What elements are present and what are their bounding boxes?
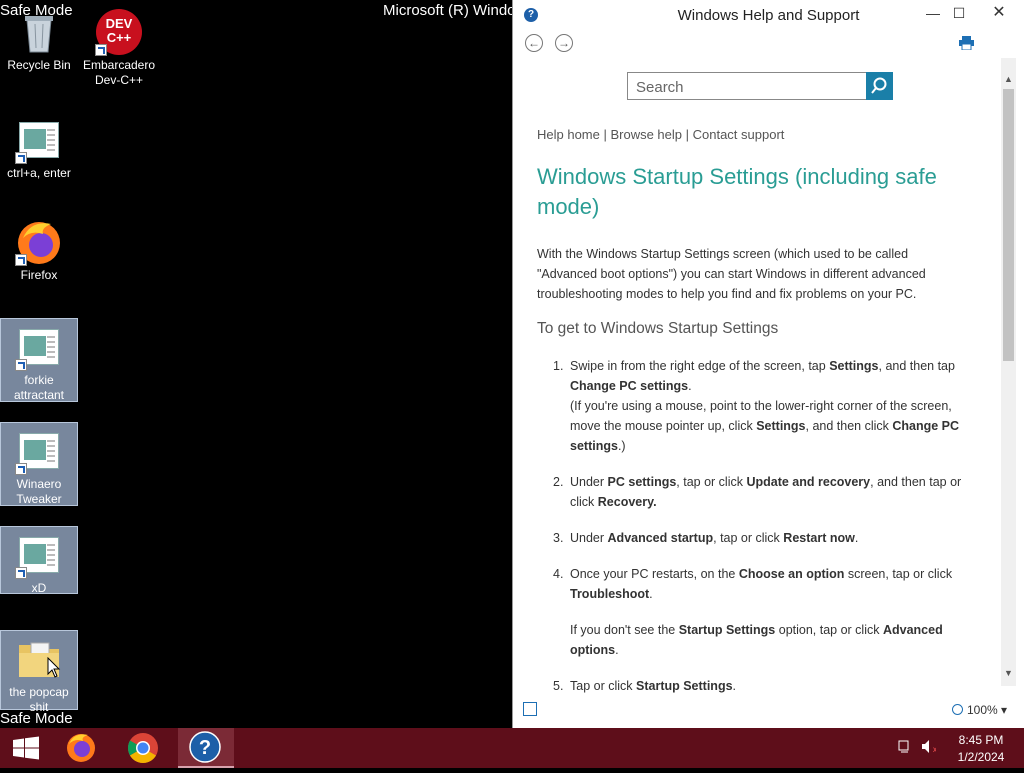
recycle-bin-icon	[15, 8, 63, 56]
clock-date: 1/2/2024	[957, 750, 1005, 764]
windows-build-text: Microsoft (R) Windo	[383, 2, 516, 19]
list-item: 5. Tap or click Startup Settings.	[553, 679, 737, 693]
desktop-icon-label: Firefox	[20, 268, 58, 282]
minimize-button[interactable]: —	[919, 2, 947, 24]
application-icon	[15, 323, 63, 371]
desktop-icon-xd[interactable]: xD	[0, 526, 78, 595]
desktop-icon-label: ctrl+a, enter	[7, 166, 71, 180]
devcpp-icon: DEV C++	[95, 8, 143, 56]
help-toolbar: ← →	[513, 30, 1024, 58]
close-button[interactable]: ✕	[981, 2, 1017, 24]
zoom-control[interactable]: 100% ▾	[952, 703, 1007, 717]
shortcut-arrow-icon	[15, 359, 27, 371]
scrollbar-thumb[interactable]	[1003, 89, 1014, 361]
chrome-icon	[127, 733, 158, 764]
help-article: Search Help home | Browse help | Contact…	[513, 58, 1001, 698]
desktop-icon-winaero-tweaker[interactable]: Winaero Tweaker	[0, 422, 78, 506]
clock-time: 8:45 PM	[958, 733, 1004, 747]
folder-icon	[15, 635, 63, 683]
taskbar-clock[interactable]: 8:45 PM 1/2/2024	[945, 732, 1017, 766]
desktop-icon-firefox[interactable]: Firefox	[0, 214, 78, 282]
article-subheading: To get to Windows Startup Settings	[537, 320, 779, 337]
application-icon	[15, 427, 63, 475]
taskbar-help-support[interactable]: ?	[178, 728, 234, 768]
shortcut-arrow-icon	[15, 152, 27, 164]
desktop-icon-label: Winaero Tweaker	[16, 477, 62, 506]
list-item: 4. Once your PC restarts, on the Choose …	[553, 567, 953, 657]
start-button[interactable]	[0, 728, 52, 768]
zoom-level: 100%	[967, 703, 998, 717]
steps-list: 1. Swipe in from the right edge of the s…	[537, 356, 977, 698]
search-button[interactable]	[866, 72, 893, 100]
list-item: 1. Swipe in from the right edge of the s…	[553, 359, 960, 453]
article-intro: With the Windows Startup Settings screen…	[537, 247, 926, 301]
desktop-icon-label: xD	[31, 581, 47, 595]
application-icon	[15, 116, 63, 164]
shortcut-arrow-icon	[15, 567, 27, 579]
help-icon: ?	[189, 731, 221, 763]
search-icon	[871, 77, 887, 94]
list-item: 2. Under PC settings, tap or click Updat…	[553, 475, 962, 509]
help-window: ? Windows Help and Support — ☐ ✕ ← → Sea…	[512, 0, 1024, 728]
tray-icons[interactable]: x	[896, 738, 937, 756]
desktop-icon-recycle-bin[interactable]: Recycle Bin	[0, 4, 78, 80]
search-input[interactable]: Search	[627, 72, 867, 100]
application-icon	[15, 531, 63, 579]
desktop-icon-popcap-folder[interactable]: the popcap shit	[0, 630, 78, 714]
desktop-icon-label: forkie attractant	[13, 373, 65, 402]
desktop-icon-devcpp[interactable]: DEV C++ Embarcadero Dev-C++	[80, 4, 158, 90]
svg-text:?: ?	[199, 737, 211, 759]
system-tray: x	[896, 738, 937, 761]
zoom-icon	[952, 704, 963, 715]
desktop-icon-ctrl-a-enter[interactable]: ctrl+a, enter	[0, 112, 78, 180]
windows-logo-icon	[13, 736, 39, 760]
help-links[interactable]: Help home | Browse help | Contact suppor…	[537, 127, 784, 142]
window-titlebar[interactable]: ? Windows Help and Support — ☐ ✕	[513, 0, 1024, 30]
article-heading: Windows Startup Settings (including safe…	[537, 164, 937, 219]
taskbar-firefox[interactable]	[58, 728, 110, 768]
scroll-up-icon[interactable]: ▲	[1004, 74, 1013, 84]
vertical-scrollbar[interactable]: ▲ ▼	[1001, 58, 1016, 686]
desktop-icon-label: the popcap shit	[9, 685, 69, 714]
scroll-down-icon[interactable]: ▼	[1004, 668, 1013, 678]
firefox-icon	[15, 218, 63, 266]
shortcut-arrow-icon	[15, 254, 27, 266]
browse-help-icon[interactable]	[523, 702, 537, 716]
firefox-icon	[67, 734, 95, 762]
desktop-icon-forkie-attractant[interactable]: forkie attractant	[0, 318, 78, 402]
svg-text:x: x	[933, 745, 936, 754]
desktop-icon-label: Recycle Bin	[7, 58, 71, 72]
taskbar: ? x 8:45 PM 1/2/2024	[0, 728, 1024, 768]
shortcut-arrow-icon	[95, 44, 107, 56]
desktop-icon-label: Embarcadero Dev-C++	[82, 58, 156, 87]
devcpp-badge: DEV C++	[105, 16, 133, 45]
mouse-cursor-icon	[47, 657, 61, 678]
back-arrow-icon[interactable]: ←	[525, 34, 543, 52]
shortcut-arrow-icon	[15, 463, 27, 475]
list-item: 3. Under Advanced startup, tap or click …	[553, 531, 859, 545]
maximize-button[interactable]: ☐	[945, 2, 973, 24]
forward-arrow-icon[interactable]: →	[555, 34, 573, 52]
print-icon[interactable]	[959, 36, 974, 50]
status-bar: 100% ▾	[513, 700, 1024, 720]
taskbar-chrome[interactable]	[118, 728, 170, 768]
